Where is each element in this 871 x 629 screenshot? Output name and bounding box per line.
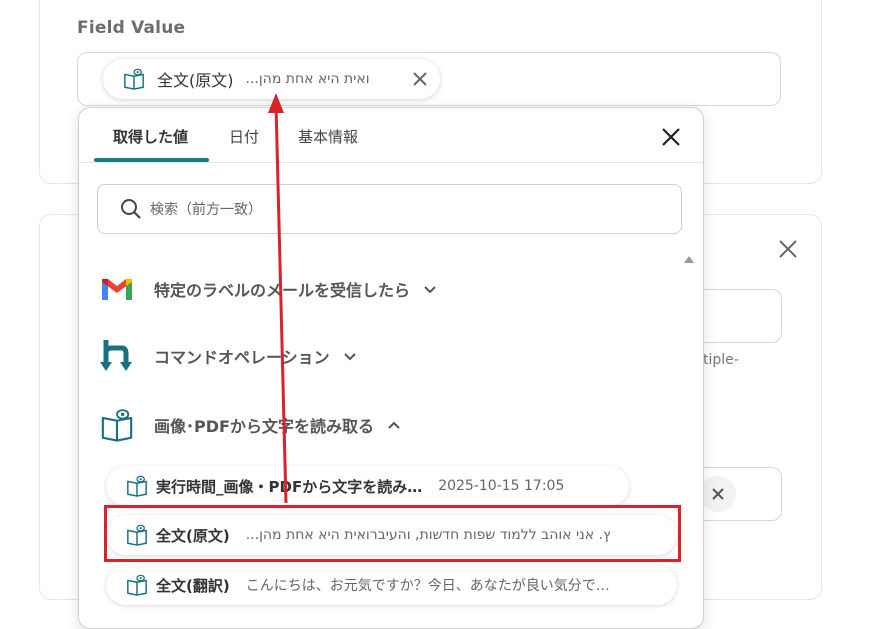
annotation-highlight-box xyxy=(104,505,681,562)
item-value: 2025-10-15 17:05 xyxy=(438,478,565,494)
ocr-book-icon xyxy=(124,68,144,90)
chevron-down-icon xyxy=(424,286,436,294)
group-title: 画像･PDFから文字を読み取る xyxy=(154,417,374,436)
tab-basic-info[interactable]: 基本情報 xyxy=(298,126,358,147)
chevron-up-icon xyxy=(388,421,400,429)
input-hint-text: tiple- xyxy=(703,352,739,368)
search-icon xyxy=(121,199,141,219)
close-icon[interactable] xyxy=(777,238,799,260)
selected-chip-name: 全文(原文) xyxy=(157,71,234,90)
gmail-icon xyxy=(99,271,135,307)
item-value: こんにちは、お元気ですか？今日、あなたが良い気分で… xyxy=(245,578,610,594)
group-title: コマンドオペレーション xyxy=(154,348,330,367)
tab-date[interactable]: 日付 xyxy=(229,126,259,147)
value-item-exec-time[interactable]: 実行時間_画像・PDFから文字を読み… 2025-10-15 17:05 xyxy=(106,466,629,506)
ocr-book-icon xyxy=(127,574,147,596)
scroll-up-arrow-icon[interactable] xyxy=(684,256,694,263)
clear-button[interactable] xyxy=(700,476,736,512)
item-name: 全文(翻訳) xyxy=(156,576,230,595)
close-icon[interactable] xyxy=(660,126,682,148)
ocr-book-icon xyxy=(99,407,135,443)
remove-chip-icon[interactable] xyxy=(410,69,430,89)
close-icon xyxy=(712,488,724,500)
search-input[interactable] xyxy=(148,197,652,223)
item-name: 実行時間_画像・PDFから文字を読み… xyxy=(156,477,423,496)
selected-value-chip[interactable]: 全文(原文) ...ואית היא אחת מהן xyxy=(103,59,440,99)
group-command-operation[interactable]: コマンドオペレーション xyxy=(99,336,358,376)
ocr-book-icon xyxy=(127,475,147,497)
selected-chip-value: ...ואית היא אחת מהן xyxy=(245,71,370,87)
chevron-down-icon xyxy=(343,353,356,361)
command-operation-icon xyxy=(99,338,135,374)
tab-acquired-values[interactable]: 取得した値 xyxy=(113,126,188,147)
tab-divider xyxy=(79,162,703,163)
group-title: 特定のラベルのメールを受信したら xyxy=(154,281,411,300)
search-box xyxy=(97,184,682,234)
field-value-label: Field Value xyxy=(77,18,186,38)
group-ocr[interactable]: 画像･PDFから文字を読み取る xyxy=(99,405,402,445)
group-gmail-trigger[interactable]: 特定のラベルのメールを受信したら xyxy=(99,269,438,309)
value-item-translated-text[interactable]: 全文(翻訳) こんにちは、お元気ですか？今日、あなたが良い気分で… xyxy=(106,565,677,605)
